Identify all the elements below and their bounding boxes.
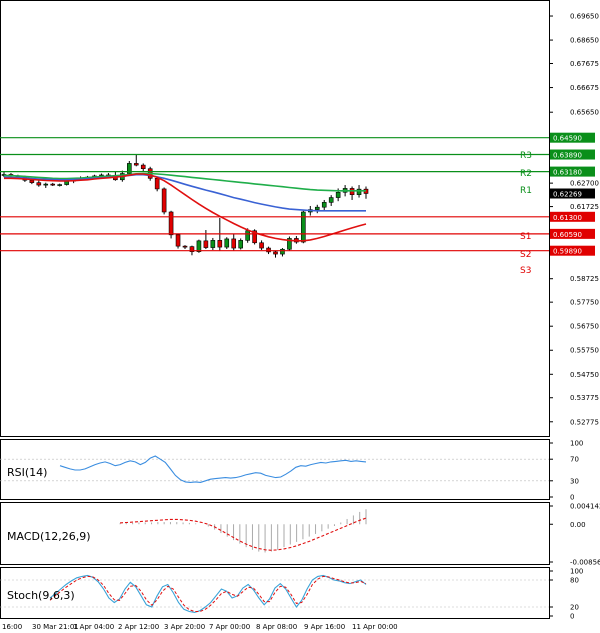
level-name-label: R1	[520, 186, 532, 196]
level-name-label: R2	[520, 169, 532, 179]
level-price-tag-text: 0.60590	[553, 231, 582, 239]
candle-body	[238, 240, 243, 249]
candle-body	[224, 238, 230, 248]
x-axis-tick-label: 7 Apr 00:00	[209, 623, 250, 631]
candle-body	[335, 191, 341, 198]
candle-body	[280, 248, 285, 255]
price-y-tick-label: 0.52775	[570, 418, 599, 426]
macd-y-tick-label: -0.008565	[570, 559, 600, 567]
price-y-tick-label: 0.67675	[570, 60, 599, 68]
x-axis-tick-label: 30 Mar 21:01	[32, 623, 79, 631]
macd-y-tick-label: 0.004142	[570, 503, 600, 511]
stoch-y-tick-label: 80	[570, 577, 579, 585]
rsi-title: RSI(14)	[7, 466, 47, 479]
candle-body	[133, 163, 139, 166]
candle-body	[182, 245, 188, 248]
candle-body	[245, 230, 250, 241]
x-axis-tick-label: 1 Apr 04:00	[73, 623, 114, 631]
x-axis-tick-label: 3 Apr 20:00	[164, 623, 205, 631]
rsi-y-tick-label: 0	[570, 494, 574, 502]
rsi-y-tick-label: 70	[570, 456, 579, 464]
level-price-tag-text: 0.59890	[553, 248, 582, 256]
candle-body	[203, 240, 209, 248]
stoch-title: Stoch(9,6,3)	[7, 589, 75, 602]
candle-body	[175, 234, 181, 247]
candle-body	[43, 183, 49, 186]
price-y-tick-label: 0.55750	[570, 347, 599, 355]
level-price-tag-text: 0.63180	[553, 169, 582, 177]
price-y-tick-label: 0.58725	[570, 275, 599, 283]
stoch-y-tick-label: 20	[570, 604, 579, 612]
price-y-tick-label: 0.62700	[570, 180, 599, 188]
level-name-label: R3	[520, 151, 532, 161]
x-axis-tick-label: 16:00	[2, 623, 22, 631]
forex-chart: 0.69650 0.68650 0.67675 0.66675 0.65650 0.627…	[0, 0, 600, 631]
candle-body	[210, 240, 216, 248]
candle-body	[266, 247, 271, 253]
price-y-tick-label: 0.69650	[570, 13, 599, 21]
price-y-tick-label: 0.57750	[570, 299, 599, 307]
candle-body	[154, 178, 160, 190]
level-name-label: S2	[520, 250, 531, 260]
level-name-label: S3	[520, 266, 531, 276]
level-price-tag-text: 0.64590	[553, 135, 582, 143]
candle-body	[168, 211, 174, 236]
candle-body	[29, 179, 35, 183]
x-axis-tick-label: 9 Apr 16:00	[304, 623, 345, 631]
price-y-tick-label: 0.65650	[570, 109, 599, 117]
x-axis-tick-label: 8 Apr 08:00	[256, 623, 297, 631]
x-axis-tick-label: 2 Apr 12:00	[118, 623, 159, 631]
price-y-tick-label: 0.61725	[570, 203, 599, 211]
price-panel-frame	[0, 0, 550, 437]
candle-body	[140, 164, 146, 170]
stoch-y-tick-label: 0	[570, 613, 574, 621]
price-y-tick-label: 0.56750	[570, 323, 599, 331]
rsi-y-tick-label: 30	[570, 477, 579, 485]
candle-body	[161, 188, 167, 213]
candle-body	[314, 206, 320, 210]
price-y-tick-label: 0.68650	[570, 37, 599, 45]
candle-body	[50, 183, 56, 186]
current-price-tag-text: 0.62269	[553, 190, 582, 198]
candle-body	[57, 184, 62, 186]
candle-body	[231, 238, 237, 249]
candle-body	[356, 188, 362, 195]
candle-body	[217, 240, 223, 248]
level-price-tag-text: 0.63890	[553, 152, 582, 160]
candle-body	[259, 242, 264, 249]
rsi-y-tick-label: 100	[570, 440, 583, 448]
stoch-y-tick-label: 100	[570, 568, 583, 576]
price-y-tick-label: 0.53775	[570, 394, 599, 402]
macd-title: MACD(12,26,9)	[7, 530, 91, 543]
candle-body	[273, 251, 278, 255]
macd-y-tick-label: 0.00	[570, 521, 586, 529]
x-axis-tick-label: 11 Apr 00:00	[352, 623, 398, 631]
price-y-tick-label: 0.66675	[570, 84, 599, 92]
candle-body	[196, 240, 202, 252]
candle-body	[321, 202, 327, 208]
candle-body	[328, 197, 334, 203]
price-y-tick-label: 0.54750	[570, 371, 599, 379]
level-price-tag-text: 0.61300	[553, 214, 582, 222]
candle-body	[36, 182, 42, 186]
